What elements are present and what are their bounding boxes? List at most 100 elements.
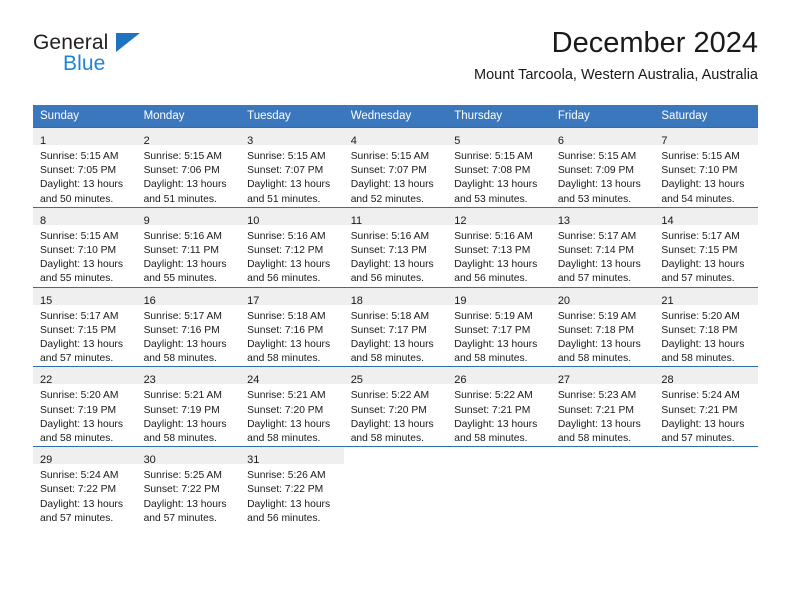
day-number-band: 29	[33, 447, 137, 467]
sunrise-line: Sunrise: 5:18 AM	[350, 310, 430, 322]
general-blue-logo[interactable]: General Blue	[33, 32, 213, 88]
sunset-line: Sunset: 7:08 PM	[454, 165, 531, 177]
page-title: December 2024	[551, 27, 758, 59]
day-cell-inner: 20 Sunrise: 5:19 AM Sunset: 7:18 PM Dayligh…	[550, 287, 655, 367]
sunrise-line: Sunrise: 5:17 AM	[661, 230, 740, 242]
day-number-band: 3	[240, 128, 344, 147]
calendar-day-cell[interactable]: 13 Sunrise: 5:17 AM Sunset: 7:14 PM Dayligh…	[550, 206, 655, 288]
sunset-line: Sunset: 7:13 PM	[454, 245, 531, 257]
day-cell-inner: 30 Sunrise: 5:25 AM Sunset: 7:22 PM Dayligh…	[136, 447, 241, 526]
calendar-day-cell[interactable]: 29 Sunrise: 5:24 AM Sunset: 7:22 PM Dayligh…	[33, 446, 137, 527]
weekday-header-row: Sunday Monday Tuesday Wednesday Thursday…	[33, 105, 758, 128]
daylight-line: Daylight: 13 hours and 58 minutes.	[557, 339, 641, 365]
calendar-day-cell[interactable]: 8 Sunrise: 5:15 AM Sunset: 7:10 PM Daylight…	[33, 206, 137, 288]
daylight-line: Daylight: 13 hours and 56 minutes.	[247, 498, 331, 524]
calendar-day-cell[interactable]: 5 Sunrise: 5:15 AM Sunset: 7:08 PM Daylight…	[447, 127, 551, 208]
sunrise-line: Sunrise: 5:22 AM	[350, 390, 430, 402]
sunset-line: Sunset: 7:09 PM	[557, 165, 634, 177]
calendar-day-cell[interactable]: 7 Sunrise: 5:15 AM Sunset: 7:10 PM Daylight…	[654, 127, 758, 208]
day-number: 29	[40, 454, 53, 467]
daylight-line: Daylight: 13 hours and 51 minutes.	[247, 179, 331, 205]
calendar-day-cell[interactable]: 30 Sunrise: 5:25 AM Sunset: 7:22 PM Dayligh…	[136, 446, 241, 527]
sunrise-line: Sunrise: 5:26 AM	[247, 470, 326, 482]
day-number: 27	[557, 374, 571, 387]
sunrise-line: Sunrise: 5:17 AM	[40, 310, 119, 322]
calendar-day-cell[interactable]: 27 Sunrise: 5:23 AM Sunset: 7:21 PM Dayligh…	[550, 366, 655, 447]
day-number-band: 21	[654, 287, 758, 307]
sunrise-line: Sunrise: 5:20 AM	[661, 310, 740, 322]
day-number: 14	[661, 214, 674, 227]
calendar-day-cell[interactable]: 19 Sunrise: 5:19 AM Sunset: 7:17 PM Dayligh…	[447, 286, 551, 367]
daylight-line: Daylight: 13 hours and 56 minutes.	[350, 259, 434, 285]
day-cell-inner: 25 Sunrise: 5:22 AM Sunset: 7:20 PM Dayligh…	[343, 367, 448, 446]
day-number: 4	[350, 135, 357, 147]
calendar-day-cell[interactable]: 3 Sunrise: 5:15 AM Sunset: 7:07 PM Daylight…	[240, 127, 344, 208]
sunset-line: Sunset: 7:21 PM	[454, 404, 531, 416]
day-details: Sunrise: 5:16 AM Sunset: 7:13 PM Daylight:…	[447, 225, 551, 287]
sunset-line: Sunset: 7:15 PM	[661, 245, 738, 257]
day-cell-inner: 2 Sunrise: 5:15 AM Sunset: 7:06 PM Daylight…	[136, 128, 241, 207]
sunset-line: Sunset: 7:22 PM	[247, 484, 324, 496]
sunset-line: Sunset: 7:19 PM	[143, 404, 220, 416]
daylight-line: Daylight: 13 hours and 57 minutes.	[661, 418, 745, 445]
calendar-day-cell[interactable]: 28 Sunrise: 5:24 AM Sunset: 7:21 PM Dayligh…	[654, 366, 758, 447]
calendar-day-cell[interactable]: 12 Sunrise: 5:16 AM Sunset: 7:13 PM Dayligh…	[447, 206, 551, 288]
calendar-day-cell[interactable]: 17 Sunrise: 5:18 AM Sunset: 7:16 PM Dayligh…	[240, 286, 344, 367]
calendar-week-row: 1 Sunrise: 5:15 AM Sunset: 7:05 PM Daylight…	[33, 127, 758, 208]
day-number: 11	[350, 214, 363, 227]
calendar-day-cell[interactable]: 14 Sunrise: 5:17 AM Sunset: 7:15 PM Dayligh…	[654, 206, 758, 288]
day-cell-inner: 13 Sunrise: 5:17 AM Sunset: 7:14 PM Dayligh…	[550, 207, 655, 287]
daylight-line: Daylight: 13 hours and 58 minutes.	[40, 418, 123, 445]
daylight-line: Daylight: 13 hours and 58 minutes.	[247, 339, 331, 365]
day-number-band: 1	[33, 128, 137, 147]
sunrise-line: Sunrise: 5:24 AM	[40, 470, 119, 482]
calendar-day-cell[interactable]: 24 Sunrise: 5:21 AM Sunset: 7:20 PM Dayligh…	[240, 366, 344, 447]
calendar-day-cell[interactable]: 2 Sunrise: 5:15 AM Sunset: 7:06 PM Daylight…	[136, 127, 241, 208]
calendar-day-cell-empty	[654, 446, 758, 527]
calendar-day-cell[interactable]: 26 Sunrise: 5:22 AM Sunset: 7:21 PM Dayligh…	[447, 366, 551, 447]
calendar-day-cell[interactable]: 16 Sunrise: 5:17 AM Sunset: 7:16 PM Dayligh…	[136, 286, 241, 367]
calendar-day-cell[interactable]: 9 Sunrise: 5:16 AM Sunset: 7:11 PM Daylight…	[136, 206, 241, 288]
day-cell-inner: 7 Sunrise: 5:15 AM Sunset: 7:10 PM Daylight…	[654, 128, 758, 207]
day-number: 18	[350, 294, 363, 307]
sunrise-line: Sunrise: 5:15 AM	[557, 151, 637, 162]
sunrise-line: Sunrise: 5:18 AM	[247, 310, 326, 322]
day-cell-inner: 22 Sunrise: 5:20 AM Sunset: 7:19 PM Dayligh…	[33, 367, 137, 446]
calendar-day-cell[interactable]: 25 Sunrise: 5:22 AM Sunset: 7:20 PM Dayligh…	[343, 366, 448, 447]
day-cell-inner: 21 Sunrise: 5:20 AM Sunset: 7:18 PM Dayligh…	[654, 287, 758, 367]
weekday-header-tuesday: Tuesday	[240, 105, 344, 128]
logo-text-blue: Blue	[63, 52, 106, 75]
calendar-page: General Blue December 2024 Mount Tarcool…	[0, 0, 792, 612]
calendar-day-cell[interactable]: 31 Sunrise: 5:26 AM Sunset: 7:22 PM Dayligh…	[240, 446, 344, 527]
calendar-day-cell[interactable]: 20 Sunrise: 5:19 AM Sunset: 7:18 PM Dayligh…	[550, 286, 655, 367]
calendar-day-cell[interactable]: 10 Sunrise: 5:16 AM Sunset: 7:12 PM Dayligh…	[240, 206, 344, 288]
day-number-band: 20	[550, 287, 655, 307]
logo-triangle-icon	[116, 33, 140, 52]
day-cell-inner: 14 Sunrise: 5:17 AM Sunset: 7:15 PM Dayligh…	[654, 207, 758, 287]
day-number: 22	[40, 374, 53, 387]
day-details: Sunrise: 5:20 AM Sunset: 7:19 PM Daylight:…	[33, 384, 137, 446]
calendar-day-cell[interactable]: 18 Sunrise: 5:18 AM Sunset: 7:17 PM Dayligh…	[343, 286, 448, 367]
day-number-band: 31	[240, 447, 344, 466]
day-cell-inner: 16 Sunrise: 5:17 AM Sunset: 7:16 PM Dayligh…	[136, 287, 241, 367]
day-number: 5	[454, 135, 461, 147]
calendar-day-cell[interactable]: 4 Sunrise: 5:15 AM Sunset: 7:07 PM Daylight…	[343, 127, 448, 208]
sunrise-line: Sunrise: 5:16 AM	[143, 230, 222, 242]
daylight-line: Daylight: 13 hours and 58 minutes.	[557, 418, 641, 445]
calendar-day-cell[interactable]: 1 Sunrise: 5:15 AM Sunset: 7:05 PM Daylight…	[33, 127, 137, 208]
calendar-day-cell[interactable]: 23 Sunrise: 5:21 AM Sunset: 7:19 PM Dayligh…	[136, 366, 241, 447]
day-cell-inner: 5 Sunrise: 5:15 AM Sunset: 7:08 PM Daylight…	[447, 128, 551, 207]
calendar-day-cell[interactable]: 22 Sunrise: 5:20 AM Sunset: 7:19 PM Dayligh…	[33, 366, 137, 447]
calendar-day-cell[interactable]: 15 Sunrise: 5:17 AM Sunset: 7:15 PM Dayligh…	[33, 286, 137, 367]
daylight-line: Daylight: 13 hours and 50 minutes.	[40, 179, 123, 205]
day-details: Sunrise: 5:16 AM Sunset: 7:13 PM Daylight:…	[344, 225, 448, 287]
day-cell-inner: 31 Sunrise: 5:26 AM Sunset: 7:22 PM Dayligh…	[240, 447, 344, 526]
calendar-day-cell[interactable]: 11 Sunrise: 5:16 AM Sunset: 7:13 PM Dayligh…	[343, 206, 448, 288]
day-details: Sunrise: 5:15 AM Sunset: 7:10 PM Daylight:…	[654, 145, 758, 207]
day-details: Sunrise: 5:24 AM Sunset: 7:21 PM Daylight:…	[654, 384, 758, 446]
calendar-day-cell[interactable]: 21 Sunrise: 5:20 AM Sunset: 7:18 PM Dayligh…	[654, 286, 758, 367]
calendar-day-cell[interactable]: 6 Sunrise: 5:15 AM Sunset: 7:09 PM Daylight…	[550, 127, 655, 208]
day-cell-inner: 17 Sunrise: 5:18 AM Sunset: 7:16 PM Dayligh…	[240, 287, 344, 367]
day-cell-inner: 9 Sunrise: 5:16 AM Sunset: 7:11 PM Daylight…	[136, 207, 241, 287]
day-number: 3	[247, 135, 254, 147]
